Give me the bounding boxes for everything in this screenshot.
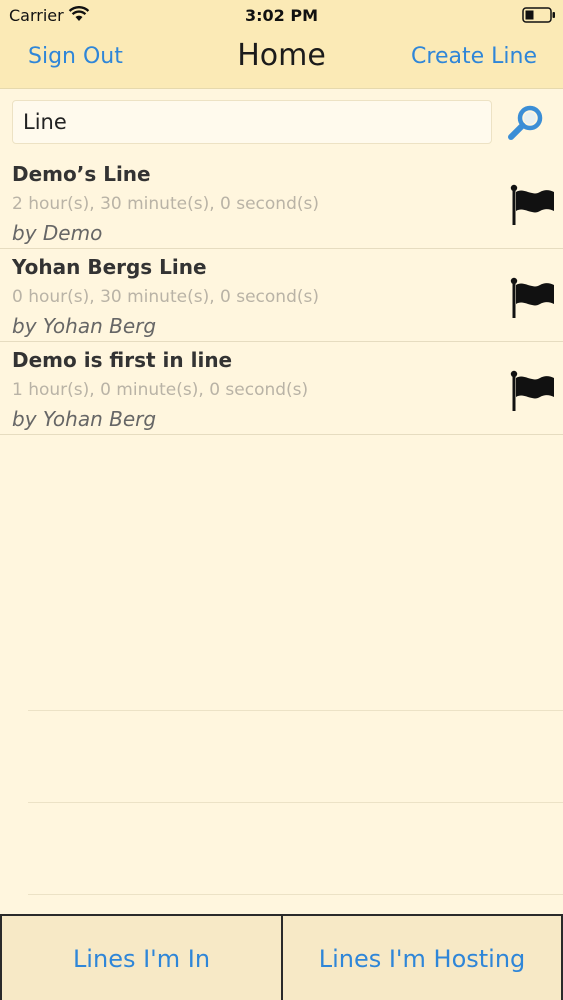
empty-row-divider [28,802,563,803]
search-input[interactable] [12,100,492,144]
search-icon[interactable] [506,103,546,143]
list-item[interactable]: Yohan Bergs Line 0 hour(s), 30 minute(s)… [0,249,563,342]
line-author: by Demo [12,221,103,245]
list-item[interactable]: Demo is first in line 1 hour(s), 0 minut… [0,342,563,435]
line-title: Demo’s Line [12,162,151,186]
line-duration: 0 hour(s), 30 minute(s), 0 second(s) [12,287,319,307]
flag-icon[interactable] [508,184,556,226]
line-duration: 1 hour(s), 0 minute(s), 0 second(s) [12,380,309,400]
battery-icon [522,7,555,23]
line-title: Demo is first in line [12,348,233,372]
lines-im-hosting-button[interactable]: Lines I'm Hosting [283,916,563,1000]
create-line-button[interactable]: Create Line [411,44,537,69]
flag-icon[interactable] [508,370,556,412]
flag-icon[interactable] [508,277,556,319]
status-time: 3:02 PM [244,6,318,25]
lines-list: Demo’s Line 2 hour(s), 30 minute(s), 0 s… [0,156,563,435]
line-author: by Yohan Berg [12,314,157,338]
status-bar: Carrier 3:02 PM [0,0,563,30]
navigation-bar: Sign Out Home Create Line [0,30,563,89]
lines-im-in-button[interactable]: Lines I'm In [0,916,283,1000]
search-bar [0,89,563,155]
home-screen: Carrier 3:02 PM Sign Out Home Create Lin… [0,0,563,1000]
line-title: Yohan Bergs Line [12,255,207,279]
empty-row-divider [28,710,563,711]
bottom-tab-bar: Lines I'm In Lines I'm Hosting [0,914,563,1000]
line-duration: 2 hour(s), 30 minute(s), 0 second(s) [12,194,319,214]
line-author: by Yohan Berg [12,407,157,431]
list-item[interactable]: Demo’s Line 2 hour(s), 30 minute(s), 0 s… [0,156,563,249]
empty-row-divider [28,894,563,895]
